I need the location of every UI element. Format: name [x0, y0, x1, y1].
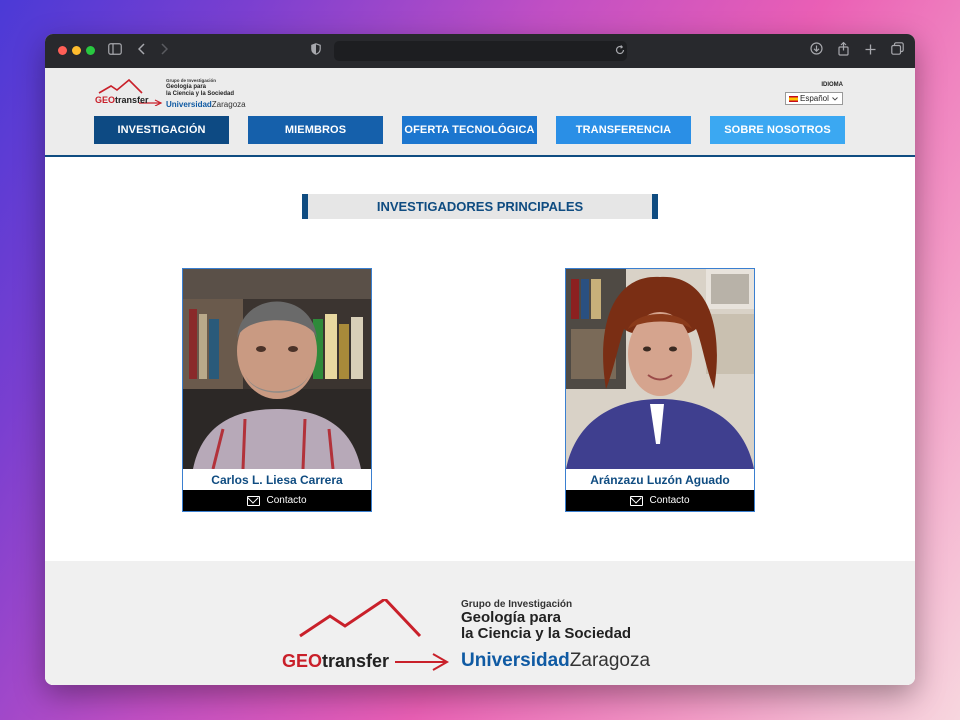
reload-icon[interactable]: [615, 42, 625, 60]
chevron-down-icon: [832, 94, 838, 103]
researcher-card[interactable]: Aránzazu Luzón Aguado Contacto: [565, 268, 755, 512]
language-select[interactable]: Español: [785, 92, 843, 105]
contact-button[interactable]: Contacto: [183, 490, 371, 511]
logo-group-name: Geología para la Ciencia y la Sociedad: [166, 84, 235, 97]
web-page: GEOtransfer Grupo de Investigación Geolo…: [45, 68, 915, 685]
language-label: IDIOMA: [821, 82, 843, 88]
language-value: Español: [800, 94, 829, 103]
researcher-card[interactable]: Carlos L. Liesa Carrera Contacto: [182, 268, 372, 512]
contact-label: Contacto: [266, 495, 307, 506]
browser-window: GEOtransfer Grupo de Investigación Geolo…: [45, 34, 915, 685]
researcher-name[interactable]: Aránzazu Luzón Aguado: [566, 469, 754, 490]
contact-button[interactable]: Contacto: [566, 490, 754, 511]
close-window-button[interactable]: [58, 46, 67, 55]
share-icon[interactable]: [838, 41, 849, 61]
site-footer: GEOtransfer Grupo de Investigación Geolo…: [45, 561, 915, 685]
logo-brand: GEOtransfer: [95, 95, 149, 105]
nav-miembros[interactable]: MIEMBROS: [248, 116, 383, 144]
section-title: INVESTIGADORES PRINCIPALES: [302, 194, 658, 219]
footer-logo-group-name: Geología para la Ciencia y la Sociedad: [461, 609, 632, 642]
envelope-icon: [630, 495, 644, 506]
back-icon[interactable]: [137, 42, 146, 60]
contact-label: Contacto: [649, 495, 690, 506]
address-bar[interactable]: [334, 41, 627, 61]
maximize-window-button[interactable]: [86, 46, 95, 55]
section-title-wrap: INVESTIGADORES PRINCIPALES: [45, 194, 915, 219]
logo-university: UniversidadZaragoza: [166, 100, 246, 109]
envelope-icon: [247, 495, 261, 506]
nav-investigacion[interactable]: INVESTIGACIÓN: [94, 116, 229, 144]
browser-toolbar: [45, 34, 915, 68]
forward-icon[interactable]: [160, 42, 169, 60]
geotransfer-logo[interactable]: GEOtransfer Grupo de Investigación Geolo…: [93, 76, 253, 109]
footer-logo-brand: GEOtransfer: [282, 651, 390, 671]
logo-grupo-text: Grupo de Investigación: [166, 78, 217, 83]
download-icon[interactable]: [810, 42, 823, 60]
sidebar-icon[interactable]: [108, 42, 122, 60]
footer-logo-university: UniversidadZaragoza: [461, 650, 651, 671]
site-header: GEOtransfer Grupo de Investigación Geolo…: [45, 68, 915, 157]
researcher-name[interactable]: Carlos L. Liesa Carrera: [183, 469, 371, 490]
new-tab-icon[interactable]: [865, 42, 876, 60]
nav-sobre-nosotros[interactable]: SOBRE NOSOTROS: [710, 116, 845, 144]
nav-oferta-tecnologica[interactable]: OFERTA TECNOLÓGICA: [402, 116, 537, 144]
spain-flag-icon: [789, 95, 798, 102]
tabs-icon[interactable]: [891, 42, 904, 60]
shield-icon: [311, 42, 321, 60]
researcher-photo[interactable]: [566, 269, 754, 469]
main-nav: INVESTIGACIÓN MIEMBROS OFERTA TECNOLÓGIC…: [94, 116, 845, 144]
minimize-window-button[interactable]: [72, 46, 81, 55]
nav-transferencia[interactable]: TRANSFERENCIA: [556, 116, 691, 144]
researcher-photo[interactable]: [183, 269, 371, 469]
